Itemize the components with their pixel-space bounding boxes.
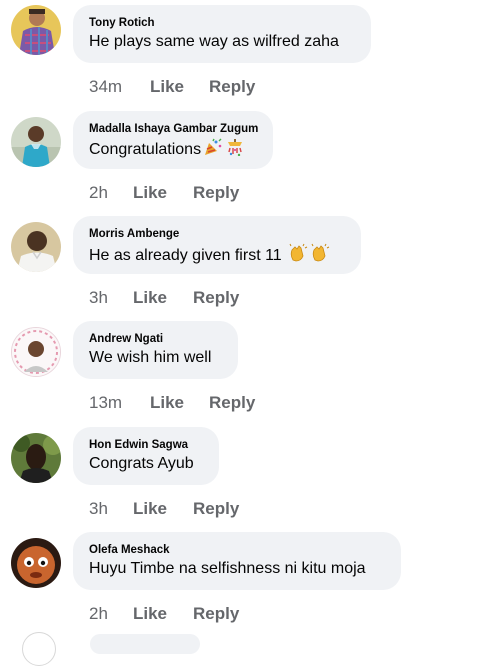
comment-author[interactable]: Tony Rotich <box>89 16 355 32</box>
comment-bubble: Olefa Meshack Huyu Timbe na selfishness … <box>73 532 401 590</box>
avatar-cartoon-baby-icon <box>11 538 61 588</box>
comment-item: Andrew Ngati We wish him well 13m Like R… <box>0 321 480 426</box>
reply-button[interactable]: Reply <box>193 497 239 521</box>
reply-button[interactable]: Reply <box>209 391 255 415</box>
comment-text: He as already given first 11 <box>89 243 345 269</box>
like-button[interactable]: Like <box>133 286 167 310</box>
avatar[interactable] <box>11 538 61 588</box>
comment-bubble: Tony Rotich He plays same way as wilfred… <box>73 5 371 63</box>
confetti-ball-icon <box>225 138 245 162</box>
party-popper-icon <box>203 138 223 162</box>
avatar-pink-frame-icon <box>12 328 60 376</box>
like-button[interactable]: Like <box>150 391 184 415</box>
comment-item: Morris Ambenge He as already given first… <box>0 216 480 321</box>
avatar[interactable] <box>22 632 56 666</box>
avatar-white-shirt-icon <box>11 222 61 272</box>
clapping-hands-icon <box>288 243 308 269</box>
comment-item: Hon Edwin Sagwa Congrats Ayub 3h Like Re… <box>0 427 480 532</box>
comment-text: Congrats Ayub <box>89 455 194 472</box>
comment-text: We wish him well <box>89 349 212 366</box>
comment-timestamp[interactable]: 13m <box>89 391 122 415</box>
avatar-plaid-shirt-icon <box>11 5 61 55</box>
avatar-green-background-icon <box>11 433 61 483</box>
avatar-blue-shirt-icon <box>11 117 61 167</box>
clapping-hands-icon <box>310 243 330 269</box>
avatar[interactable] <box>11 117 61 167</box>
comment-bubble: Andrew Ngati We wish him well <box>73 321 238 379</box>
comment-text: Huyu Timbe na selfishness ni kitu moja <box>89 560 366 577</box>
like-button[interactable]: Like <box>133 181 167 205</box>
comment-timestamp[interactable]: 34m <box>89 75 122 99</box>
comment-bubble: Hon Edwin Sagwa Congrats Ayub <box>73 427 219 485</box>
avatar[interactable] <box>11 327 61 377</box>
comment-author[interactable]: Madalla Ishaya Gambar Zugum <box>89 122 258 138</box>
comment-item: Olefa Meshack Huyu Timbe na selfishness … <box>0 532 480 637</box>
comment-author[interactable]: Olefa Meshack <box>89 543 385 559</box>
like-button[interactable]: Like <box>150 75 184 99</box>
comment-bubble: Madalla Ishaya Gambar Zugum Congratulati… <box>73 111 273 169</box>
reply-button[interactable]: Reply <box>209 75 255 99</box>
comment-timestamp[interactable]: 3h <box>89 286 108 310</box>
like-button[interactable]: Like <box>133 602 167 626</box>
comment-text: Congratulations <box>89 138 257 162</box>
comment-timestamp[interactable]: 2h <box>89 602 108 626</box>
comment-text: He plays same way as wilfred zaha <box>89 33 339 50</box>
comment-author[interactable]: Morris Ambenge <box>89 227 345 243</box>
comment-author[interactable]: Hon Edwin Sagwa <box>89 438 203 454</box>
reply-button[interactable]: Reply <box>193 286 239 310</box>
reply-button[interactable]: Reply <box>193 602 239 626</box>
avatar[interactable] <box>11 222 61 272</box>
comment-bubble <box>90 634 200 654</box>
avatar[interactable] <box>11 433 61 483</box>
comment-bubble: Morris Ambenge He as already given first… <box>73 216 361 274</box>
reply-button[interactable]: Reply <box>193 181 239 205</box>
comment-author[interactable]: Andrew Ngati <box>89 332 222 348</box>
like-button[interactable]: Like <box>133 497 167 521</box>
comment-item: Madalla Ishaya Gambar Zugum Congratulati… <box>0 111 480 216</box>
comment-timestamp[interactable]: 3h <box>89 497 108 521</box>
avatar[interactable] <box>11 5 61 55</box>
comment-timestamp[interactable]: 2h <box>89 181 108 205</box>
comment-item: Tony Rotich He plays same way as wilfred… <box>0 5 480 110</box>
